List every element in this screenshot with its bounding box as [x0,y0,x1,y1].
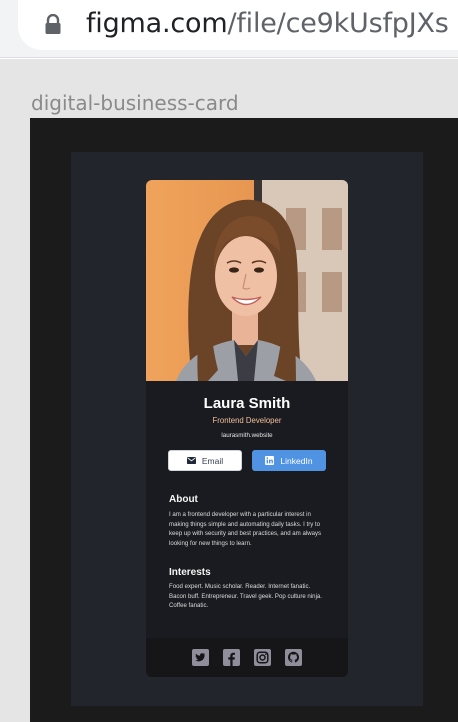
frame-label[interactable]: digital-business-card [31,91,239,115]
browser-toolbar: figma.com/file/ce9kUsfpJXs [0,0,458,58]
interests-text: Food expert. Music scholar. Reader. Inte… [169,583,323,610]
website-link[interactable]: laurasmith.website [146,432,348,439]
linkedin-button[interactable]: LinkedIn [252,450,326,471]
instagram-icon[interactable] [254,649,271,666]
about-heading: About [169,494,198,505]
lock-icon [44,13,62,34]
interests-heading: Interests [169,567,211,578]
person-name: Laura Smith [203,395,291,412]
about-text: I am a frontend developer with a particu… [169,511,322,547]
figma-canvas[interactable]: digital-business-card Laura Smith Fronte… [0,59,458,722]
url-path: /file/ce9kUsfpJXs [227,8,449,39]
email-button-label: Email [201,455,224,466]
linkedin-button-label: LinkedIn [280,455,313,466]
twitter-icon[interactable] [192,649,209,666]
job-title: Frontend Developer [212,416,282,425]
url-host: figma.com [86,8,228,39]
url-text[interactable]: figma.com/file/ce9kUsfpJXs [86,8,449,39]
facebook-icon[interactable] [223,649,240,666]
linkedin-icon [265,456,275,465]
card-container: Laura Smith Frontend Developer laurasmit… [71,152,423,706]
social-footer [146,638,348,677]
mail-icon [186,457,196,464]
github-icon[interactable] [285,649,302,666]
business-card: Laura Smith Frontend Developer laurasmit… [146,180,348,677]
figma-frame[interactable]: Laura Smith Frontend Developer laurasmit… [30,118,458,722]
address-bar[interactable]: figma.com/file/ce9kUsfpJXs [18,0,458,50]
profile-photo [146,180,348,381]
email-button[interactable]: Email [168,450,242,471]
